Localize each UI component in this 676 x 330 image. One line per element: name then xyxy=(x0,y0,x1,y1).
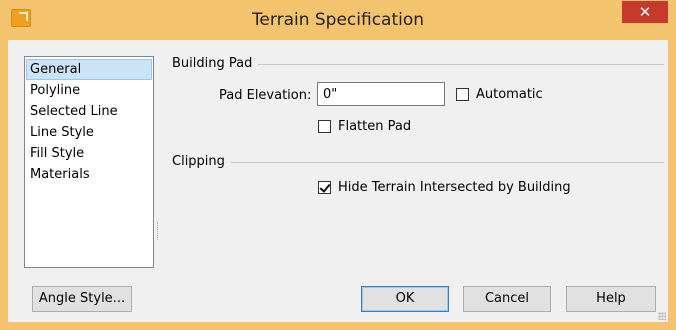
flatten-pad-label[interactable]: Flatten Pad xyxy=(338,119,411,134)
cancel-button[interactable]: Cancel xyxy=(463,286,551,312)
window-title: Terrain Specification xyxy=(251,10,425,30)
ok-button[interactable]: OK xyxy=(361,286,449,312)
checkmark-icon xyxy=(319,181,331,193)
close-button[interactable]: ✕ xyxy=(622,1,668,23)
clipping-group-label: Clipping xyxy=(172,154,231,169)
help-button[interactable]: Help xyxy=(566,286,656,312)
splitter-handle[interactable] xyxy=(157,222,160,240)
title-bar[interactable]: Terrain Specification ✕ xyxy=(0,0,676,40)
clipping-divider xyxy=(172,162,664,163)
pad-elevation-input[interactable] xyxy=(317,82,445,106)
list-item-materials[interactable]: Materials xyxy=(26,164,152,185)
category-list[interactable]: General Polyline Selected Line Line Styl… xyxy=(24,56,154,268)
dialog-window: Terrain Specification ✕ General Polyline… xyxy=(0,0,676,330)
list-item-line-style[interactable]: Line Style xyxy=(26,122,152,143)
building-pad-group-label: Building Pad xyxy=(172,56,259,71)
pad-elevation-label: Pad Elevation: xyxy=(219,88,312,103)
list-item-general[interactable]: General xyxy=(26,59,152,80)
list-item-fill-style[interactable]: Fill Style xyxy=(26,143,152,164)
list-item-selected-line[interactable]: Selected Line xyxy=(26,101,152,122)
resize-grip-icon[interactable] xyxy=(658,312,666,320)
flatten-pad-checkbox[interactable] xyxy=(318,120,331,133)
automatic-checkbox[interactable] xyxy=(456,88,469,101)
hide-terrain-label[interactable]: Hide Terrain Intersected by Building xyxy=(338,180,571,195)
automatic-label[interactable]: Automatic xyxy=(476,87,543,102)
hide-terrain-checkbox[interactable] xyxy=(318,181,331,194)
angle-style-button[interactable]: Angle Style... xyxy=(32,286,132,312)
list-item-polyline[interactable]: Polyline xyxy=(26,80,152,101)
